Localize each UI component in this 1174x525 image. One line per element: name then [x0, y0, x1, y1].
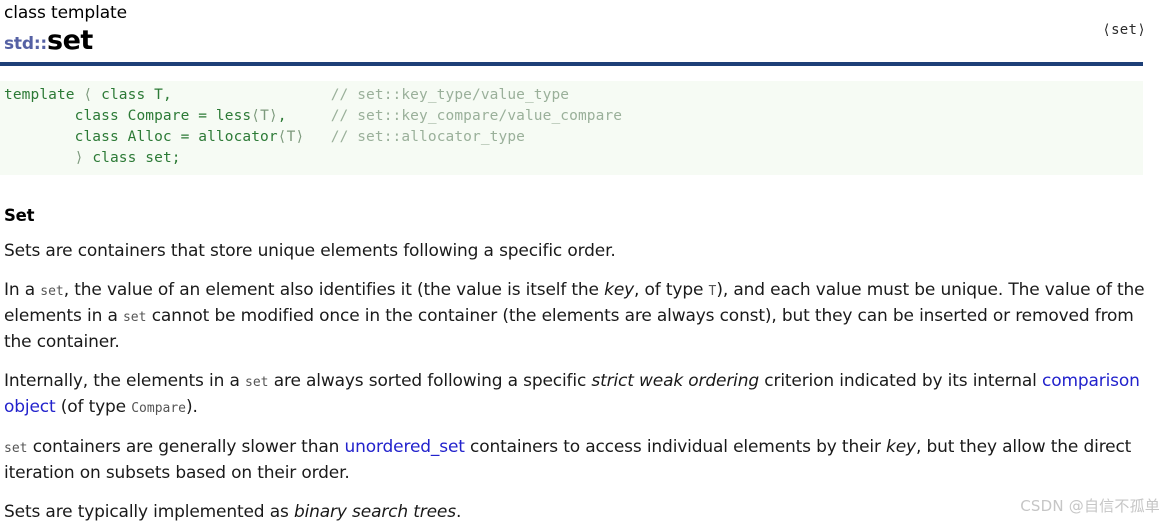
text-fragment: criterion indicated by its internal	[759, 371, 1042, 391]
page-title: std::set	[4, 25, 1174, 56]
emphasis-binary-search-trees: binary search trees	[293, 502, 456, 522]
text-fragment: ).	[186, 397, 198, 417]
inline-code-set: set	[245, 375, 269, 390]
paragraph-performance: set containers are generally slower than…	[4, 435, 1164, 486]
reference-page: class template std::set ⟨set⟩ template ⟨…	[0, 0, 1174, 522]
text-fragment: containers are generally slower than	[27, 437, 345, 457]
inline-code-set: set	[122, 310, 147, 325]
emphasis-key: key	[604, 280, 635, 300]
paragraph-value-identity: In a set, the value of an element also i…	[4, 278, 1164, 355]
code-comment: // set::allocator_type	[330, 128, 525, 145]
code-text: class set;	[83, 149, 181, 166]
text-fragment: Internally, the elements in a	[4, 371, 245, 391]
angle-bracket-tparam: ⟨T⟩	[277, 128, 305, 145]
code-line: template ⟨ class T, // set::key_type/val…	[4, 87, 569, 103]
text-fragment: .	[455, 502, 462, 522]
link-unordered-set[interactable]: unordered_set	[344, 437, 464, 457]
code-text: class Alloc = allocator	[4, 128, 278, 145]
text-fragment: Sets are typically implemented as	[4, 502, 294, 522]
inline-code-set: set	[4, 441, 28, 456]
page-body: Set Sets are containers that store uniqu…	[0, 189, 1174, 525]
header-include-link[interactable]: ⟨set⟩	[1102, 22, 1146, 38]
code-comment: // set::key_type/value_type	[330, 86, 570, 103]
title-name: set	[47, 25, 93, 56]
code-line: class Alloc = allocator⟨T⟩ // set::alloc…	[4, 129, 525, 145]
code-comment: // set::key_compare/value_compare	[330, 107, 623, 124]
page-kicker: class template	[4, 3, 127, 23]
code-text: ,	[277, 107, 331, 124]
header-divider	[0, 62, 1143, 66]
code-text: class Compare = less	[4, 107, 252, 124]
text-fragment: , the value of an element also identifie…	[63, 280, 605, 300]
text-fragment: containers to access individual elements…	[464, 437, 887, 457]
inline-code-Compare: Compare	[131, 401, 187, 416]
emphasis-strict-weak-ordering: strict weak ordering	[591, 371, 760, 391]
paragraph-implementation: Sets are typically implemented as binary…	[4, 500, 1164, 525]
code-text: class T,	[92, 86, 331, 103]
text-fragment: In a	[4, 280, 41, 300]
template-declaration-code: template ⟨ class T, // set::key_type/val…	[0, 80, 1143, 175]
code-text: template	[4, 86, 84, 103]
page-header: class template std::set ⟨set⟩	[0, 0, 1174, 62]
emphasis-key: key	[886, 437, 916, 457]
code-line: class Compare = less⟨T⟩, // set::key_com…	[4, 108, 622, 124]
section-title: Set	[4, 206, 35, 225]
angle-bracket-tparam: ⟨T⟩	[251, 107, 278, 124]
paragraph-ordering: Internally, the elements in a set are al…	[4, 369, 1164, 421]
angle-bracket-open: ⟨	[83, 86, 93, 103]
text-fragment: (of type	[55, 397, 132, 417]
text-fragment: cannot be modified once in the container…	[4, 306, 1134, 352]
paragraph-overview: Sets are containers that store unique el…	[4, 241, 616, 261]
inline-code-set: set	[40, 284, 64, 299]
code-line: ⟩ class set;	[4, 150, 181, 166]
watermark: CSDN @自信不孤单	[1020, 497, 1160, 515]
text-fragment: , of type	[634, 280, 709, 300]
title-namespace: std::	[4, 34, 48, 54]
text-fragment: are always sorted following a specific	[268, 371, 592, 391]
